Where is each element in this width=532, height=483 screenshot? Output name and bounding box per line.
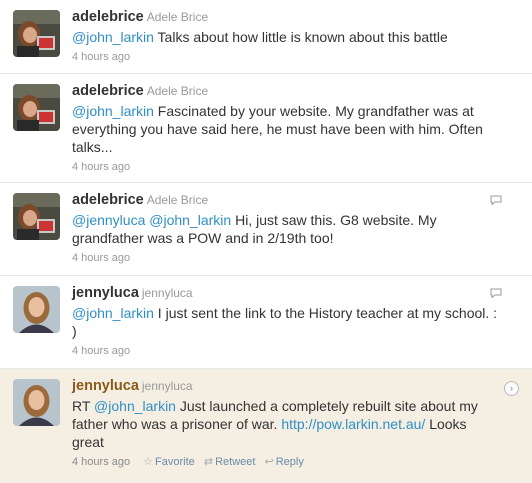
retweet-button[interactable]: ⇄ Retweet xyxy=(204,456,256,468)
reply-icon[interactable] xyxy=(490,288,502,298)
mention-link[interactable]: @john_larkin xyxy=(149,212,231,228)
tweet-text: @john_larkin Talks about how little is k… xyxy=(72,28,518,46)
tweet-text-segment: Talks about how little is known about th… xyxy=(153,29,448,45)
screen-name[interactable]: adelebrice xyxy=(72,192,144,208)
mention-link[interactable]: @john_larkin xyxy=(94,398,176,414)
tweet-meta: 4 hours ago xyxy=(72,50,518,64)
full-name: jennyluca xyxy=(141,379,193,393)
screen-name[interactable]: jennyluca xyxy=(72,378,139,394)
mention-link[interactable]: @jennyluca xyxy=(72,212,145,228)
mention-link[interactable]: @john_larkin xyxy=(72,29,154,45)
tweet-text: RT @john_larkin Just launched a complete… xyxy=(72,397,518,451)
favorite-label: Favorite xyxy=(155,456,195,468)
retweet-label: Retweet xyxy=(215,456,256,468)
star-icon: ☆ xyxy=(143,456,154,468)
avatar[interactable] xyxy=(13,379,60,426)
url-link[interactable]: http://pow.larkin.net.au/ xyxy=(281,416,425,432)
tweet-text-segment: RT xyxy=(72,398,95,414)
avatar-image-adele xyxy=(13,10,60,57)
mention-link[interactable]: @john_larkin xyxy=(72,305,154,321)
avatar[interactable] xyxy=(13,84,60,131)
full-name: Adele Brice xyxy=(146,193,209,207)
tweet-header: adelebrice Adele Brice xyxy=(72,191,518,209)
full-name: Adele Brice xyxy=(146,10,209,24)
reply-icon[interactable] xyxy=(490,195,502,205)
tweet-actions: ☆ Favorite ⇄ Retweet ↩ Reply xyxy=(137,456,304,468)
avatar[interactable] xyxy=(13,286,60,333)
tweet-meta: 4 hours ago xyxy=(72,251,518,265)
screen-name[interactable]: adelebrice xyxy=(72,83,144,99)
tweet-header: adelebrice Adele Brice xyxy=(72,82,518,100)
tweet-meta: 4 hours ago ☆ Favorite ⇄ Retweet ↩ Reply xyxy=(72,455,518,469)
full-name: Adele Brice xyxy=(146,84,209,98)
tweet-item[interactable]: jennyluca jennyluca @john_larkin I just s… xyxy=(0,276,532,369)
mention-link[interactable]: @john_larkin xyxy=(72,103,154,119)
tweet-header: jennyluca jennyluca xyxy=(72,284,518,302)
favorite-button[interactable]: ☆ Favorite xyxy=(143,456,195,468)
avatar-image-jenny xyxy=(13,379,60,426)
tweet-header: adelebrice Adele Brice xyxy=(72,8,518,26)
tweet-meta: 4 hours ago xyxy=(72,344,518,358)
tweet-header: jennyluca jennyluca xyxy=(72,377,518,395)
retweet-icon: ⇄ xyxy=(203,456,214,468)
full-name: jennyluca xyxy=(141,286,193,300)
reply-arrow-icon: ↩ xyxy=(264,456,274,468)
screen-name[interactable]: adelebrice xyxy=(72,9,144,25)
timestamp[interactable]: 4 hours ago xyxy=(72,456,130,468)
timestamp[interactable]: 4 hours ago xyxy=(72,51,130,63)
tweet-item[interactable]: adelebrice Adele Brice @john_larkin Talks… xyxy=(0,0,532,74)
avatar-image-adele xyxy=(13,193,60,240)
timestamp[interactable]: 4 hours ago xyxy=(72,161,130,173)
timestamp[interactable]: 4 hours ago xyxy=(72,345,130,357)
expand-chevron-icon[interactable]: › xyxy=(504,381,519,396)
reply-button[interactable]: ↩ Reply xyxy=(265,456,304,468)
tweet-text: @jennyluca @john_larkin Hi, just saw thi… xyxy=(72,211,518,247)
screen-name[interactable]: jennyluca xyxy=(72,285,139,301)
timestamp[interactable]: 4 hours ago xyxy=(72,252,130,264)
avatar-image-adele xyxy=(13,84,60,131)
tweet-meta: 4 hours ago xyxy=(72,160,518,174)
avatar-image-jenny xyxy=(13,286,60,333)
tweet-item[interactable]: adelebrice Adele Brice @john_larkin Fasci… xyxy=(0,74,532,183)
reply-label: Reply xyxy=(275,456,304,468)
avatar[interactable] xyxy=(13,193,60,240)
avatar[interactable] xyxy=(13,10,60,57)
tweet-text: @john_larkin Fascinated by your website.… xyxy=(72,102,518,156)
tweet-item-highlighted[interactable]: › jennyluca jennyluca RT @john_larkin Jus… xyxy=(0,369,532,483)
tweet-timeline: adelebrice Adele Brice @john_larkin Talks… xyxy=(0,0,532,483)
tweet-text: @john_larkin I just sent the link to the… xyxy=(72,304,518,340)
tweet-item[interactable]: adelebrice Adele Brice @jennyluca @john_l… xyxy=(0,183,532,276)
